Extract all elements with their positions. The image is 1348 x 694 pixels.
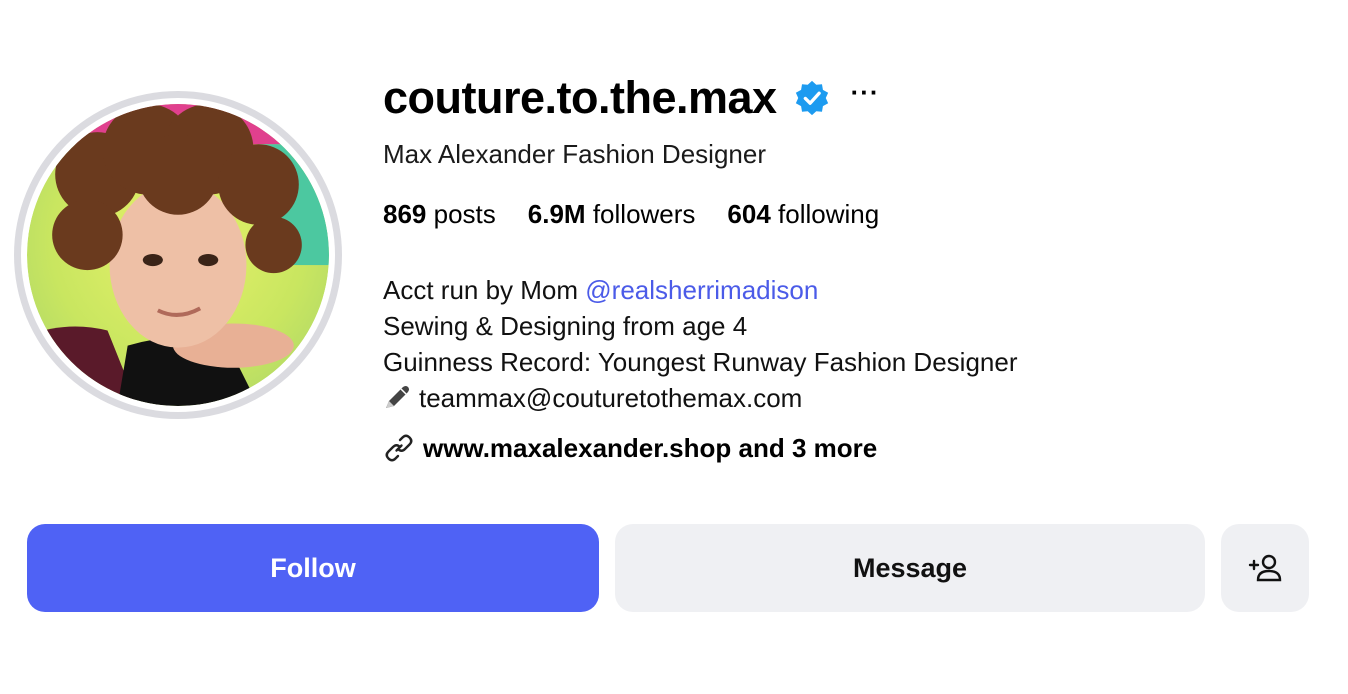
external-links[interactable]: www.maxalexander.shop and 3 more [383,432,877,464]
bio-line-1: Acct run by Mom @realsherrimadison [383,272,1018,308]
avatar-photo [27,104,329,406]
followers-count: 6.9M [527,199,586,229]
following-label: following [778,199,880,229]
mention-link[interactable]: @realsherrimadison [585,275,818,305]
followers-stat[interactable]: 6.9M followers [528,199,696,230]
posts-count: 869 [383,199,427,229]
suggested-accounts-button[interactable] [1221,524,1309,612]
message-button[interactable]: Message [615,524,1205,612]
following-count: 604 [727,199,771,229]
posts-label: posts [433,199,496,229]
bio-line-4: teammax@couturetothemax.com [383,380,1018,416]
verified-badge-icon [795,80,828,116]
email-text: teammax@couturetothemax.com [419,383,803,413]
username: couture.to.the.max [383,72,777,123]
profile-page: couture.to.the.max ··· Max Alexander Fas… [0,0,1348,694]
followers-label: followers [592,199,696,229]
follow-button[interactable]: Follow [27,524,599,612]
link-text: www.maxalexander.shop and 3 more [423,432,878,463]
link-icon [385,434,413,462]
more-options-icon[interactable]: ··· [851,79,880,117]
posts-stat: 869 posts [383,199,496,230]
bio: Acct run by Mom @realsherrimadison Sewin… [383,272,1018,416]
profile-stats: 869 posts 6.9M followers 604 following [383,199,911,230]
bio-line-3: Guinness Record: Youngest Runway Fashion… [383,347,1018,377]
bio-line-2: Sewing & Designing from age 4 [383,311,748,341]
full-name: Max Alexander Fashion Designer [383,139,766,169]
add-person-icon [1248,554,1282,582]
pen-icon [386,386,409,408]
bio-text: Acct run by Mom [383,275,586,305]
profile-header: couture.to.the.max ··· [383,70,880,126]
following-stat[interactable]: 604 following [727,199,879,230]
profile-avatar[interactable] [14,91,342,419]
